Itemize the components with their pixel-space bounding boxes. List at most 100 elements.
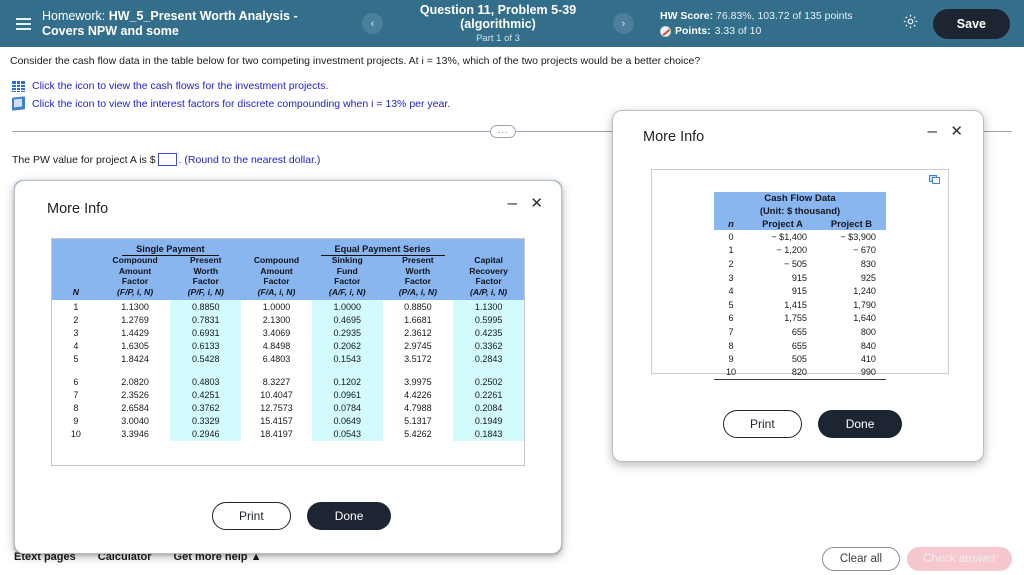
table-row: 9 3.0040 0.3329 15.4157 0.0649 5.1317 0.1949	[52, 414, 524, 428]
table-cell: 10	[70, 429, 81, 440]
table-cell: 0.4803	[170, 374, 242, 389]
table-cell: 2	[73, 314, 79, 325]
question-navigation: ‹ Question 11, Problem 5-39 (algorithmic…	[362, 3, 634, 44]
hamburger-icon[interactable]	[8, 17, 38, 30]
interest-factor-table-wrap: Single Payment Equal Payment Series N Co…	[51, 238, 525, 466]
cf-subtitle-row: (Unit: $ thousand)	[714, 204, 886, 216]
interest-link-row[interactable]: Click the icon to view the interest fact…	[12, 96, 450, 111]
table-cell: 0.1202	[311, 374, 383, 389]
question-prompt: Consider the cash flow data in the table…	[10, 55, 701, 67]
table-cell: 3.0040	[121, 416, 149, 427]
table-cell: 0.2084	[453, 401, 524, 415]
table-cell: 0.2843	[453, 352, 524, 366]
clear-all-button[interactable]: Clear all	[821, 547, 900, 571]
print-button[interactable]: Print	[212, 502, 291, 530]
table-cell: − 1,200	[776, 245, 807, 256]
table-cell: 0.2502	[453, 374, 524, 389]
save-button[interactable]: Save	[932, 8, 1010, 39]
cashflow-link-row[interactable]: Click the icon to view the cash flows fo…	[12, 80, 328, 92]
table-row: 9 505 410	[714, 352, 886, 366]
table-cell: 2	[728, 258, 734, 269]
copy-icon[interactable]	[929, 175, 940, 185]
answer-suffix: . (Round to the nearest dollar.)	[178, 153, 321, 166]
cf-column-header-row: n Project A Project B	[714, 216, 886, 230]
table-cell: 2.9745	[404, 341, 432, 352]
close-icon[interactable]: ✕	[530, 194, 543, 212]
table-cell: 4	[73, 341, 79, 352]
cf-subtitle: (Unit: $ thousand)	[714, 204, 886, 216]
table-cell: 9	[728, 354, 734, 365]
table-cell: 0.0649	[311, 414, 383, 428]
table-cell: 830	[860, 258, 876, 269]
table-cell: 0.5995	[453, 313, 524, 327]
dialog-title: More Info	[47, 201, 109, 217]
table-cell: 990	[817, 365, 886, 381]
table-spacer-row	[52, 365, 524, 375]
table-cell: 0.0543	[311, 427, 383, 441]
table-cell: 0.0784	[311, 401, 383, 415]
table-cell: 3.4069	[262, 327, 291, 338]
answer-input[interactable]	[157, 153, 177, 166]
cf-title: Cash Flow Data	[714, 192, 886, 204]
cash-flow-table-wrap: Cash Flow Data (Unit: $ thousand) n Proj…	[651, 169, 949, 381]
table-cell: 0.8850	[170, 300, 242, 314]
table-row: 10 820 990	[714, 365, 886, 381]
table-cell: − 505	[783, 258, 807, 269]
check-answer-button[interactable]: Check answer	[907, 547, 1012, 571]
table-cell: 10	[714, 365, 748, 381]
table-grid-icon[interactable]	[12, 80, 25, 92]
dialog-button-row: Print Done	[723, 410, 903, 438]
table-cell: 0.2935	[311, 326, 383, 340]
done-button[interactable]: Done	[306, 502, 392, 530]
group-empty	[52, 239, 100, 255]
minimize-icon[interactable]: –	[928, 122, 937, 139]
homework-label: Homework:	[42, 8, 106, 23]
minimize-icon[interactable]: –	[508, 194, 517, 211]
cash-flow-table: Cash Flow Data (Unit: $ thousand) n Proj…	[714, 192, 886, 381]
print-button[interactable]: Print	[723, 410, 802, 438]
table-cell: 410	[860, 354, 876, 365]
table-cell: 8	[728, 340, 734, 351]
table-cell: 3	[728, 272, 734, 283]
hw-score-row: HW Score: 76.83%, 103.72 of 135 points	[660, 9, 853, 24]
table-cell: 655	[791, 340, 807, 351]
table-cell: 0.7831	[170, 313, 242, 327]
interest-factors-dialog: More Info – ✕ Single Payment Equal Payme…	[14, 180, 562, 554]
table-cell: 1.1300	[453, 300, 524, 314]
table-cell: 0.2261	[453, 388, 524, 402]
table-row: 6 2.0820 0.4803 8.3227 0.1202 3.9975 0.2502	[52, 374, 524, 389]
table-row: 5 1,415 1,790	[714, 298, 886, 312]
table-cell: 1,755	[784, 313, 807, 324]
table-cell: 1.1300	[121, 301, 149, 312]
table-cell: 0.2062	[311, 339, 383, 353]
table-cell: 0.3362	[453, 339, 524, 353]
table-cell: 6	[73, 376, 79, 387]
table-cell: 3	[73, 327, 79, 338]
table-cell: 1.0000	[311, 300, 383, 314]
hw-score-label: HW Score:	[660, 9, 714, 22]
interest-link[interactable]: Click the icon to view the interest fact…	[32, 98, 450, 110]
table-cell: 0.6133	[170, 339, 242, 353]
table-row: 6 1,755 1,640	[714, 312, 886, 326]
table-cell: 0.1543	[311, 352, 383, 366]
table-cell: 2.6584	[121, 402, 149, 413]
table-cell: 1,240	[853, 286, 876, 297]
points-label: Points:	[675, 24, 711, 37]
table-row: 8 655 840	[714, 339, 886, 353]
gear-icon[interactable]	[902, 13, 919, 35]
table-cell: 1.4429	[121, 327, 149, 338]
collapse-handle[interactable]: ...	[490, 125, 516, 138]
table-cell: 7	[73, 389, 79, 400]
table-cell: 800	[860, 326, 876, 337]
table-cell: 2.3612	[404, 327, 432, 338]
close-icon[interactable]: ✕	[950, 122, 963, 140]
table-cell: − $3,900	[840, 231, 876, 242]
cashflow-link[interactable]: Click the icon to view the cash flows fo…	[32, 80, 328, 92]
table-cell: 9	[73, 416, 79, 427]
done-button[interactable]: Done	[817, 410, 903, 438]
book-icon[interactable]	[12, 96, 25, 111]
table-cell: 5.4262	[404, 429, 432, 440]
next-question-button[interactable]: ›	[613, 13, 634, 34]
prev-question-button[interactable]: ‹	[362, 13, 383, 34]
answer-prefix: The PW value for project A is $	[12, 153, 156, 166]
